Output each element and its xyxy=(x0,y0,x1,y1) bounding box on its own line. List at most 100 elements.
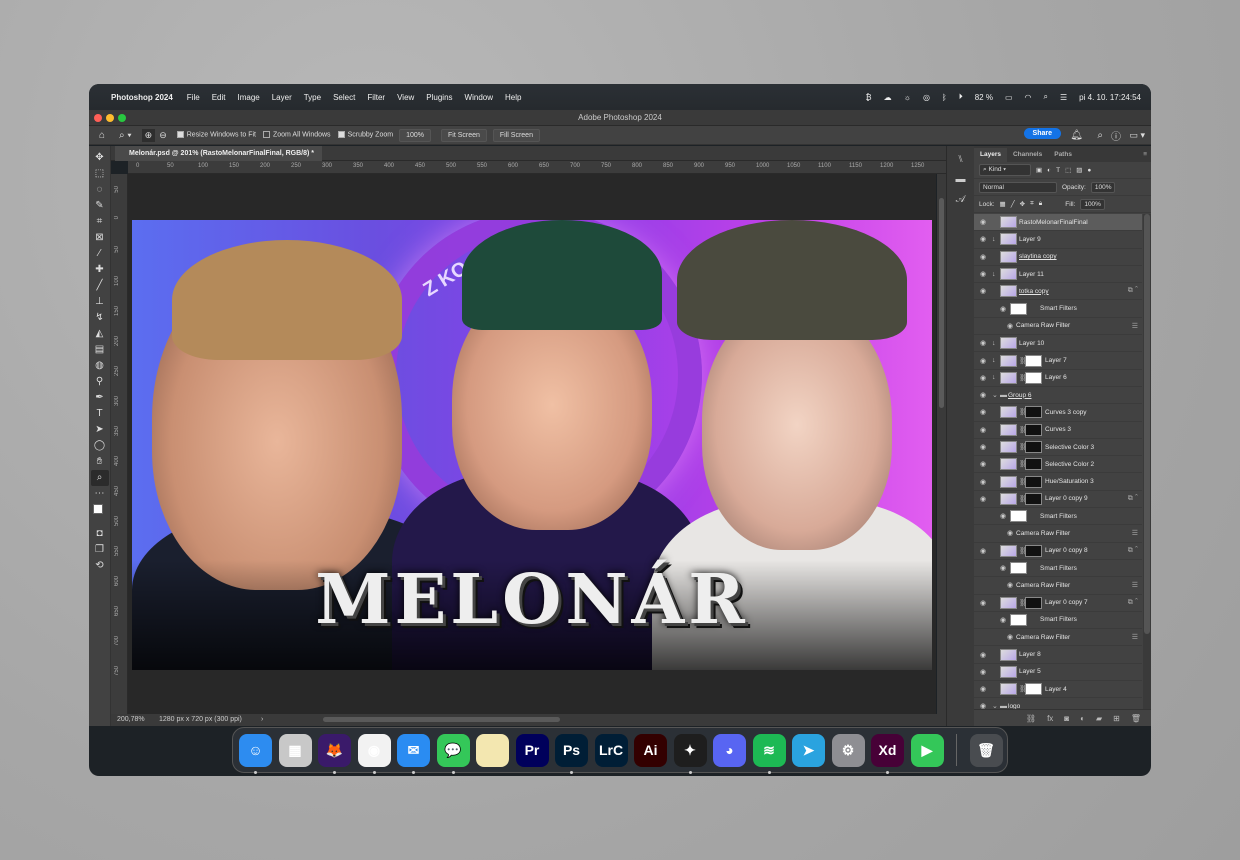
zoom-window-button[interactable] xyxy=(118,114,126,122)
visibility-eye-icon[interactable]: ◉ xyxy=(974,218,992,226)
screen-mode-icon[interactable]: ❐ xyxy=(91,542,109,558)
scroll-thumb[interactable] xyxy=(939,198,944,408)
add-mask-icon[interactable]: ◙ xyxy=(1064,714,1069,723)
filter-options-icon[interactable]: ☰ xyxy=(1132,633,1138,641)
layer-row[interactable]: ◉ Camera Raw Filter ☰ xyxy=(974,525,1142,543)
visibility-eye-icon[interactable]: ◉ xyxy=(974,495,992,503)
layer-row[interactable]: ◉ Layer 8 xyxy=(974,646,1142,664)
layer-row[interactable]: ◉ RastoMelonarFinalFinal xyxy=(974,214,1142,232)
history-panel-icon[interactable]: ⑊ xyxy=(947,150,974,170)
menu-window[interactable]: Window xyxy=(465,93,493,102)
new-layer-icon[interactable]: ⊞ xyxy=(1113,714,1120,723)
bluetooth-icon[interactable]: ᛒ xyxy=(942,93,947,102)
dock-app-notes[interactable] xyxy=(476,733,509,767)
tab-paths[interactable]: Paths xyxy=(1048,148,1078,162)
dock-app-adobe-xd[interactable]: Xd xyxy=(871,733,904,774)
group-toggle-icon[interactable]: ⌄ xyxy=(992,391,1000,399)
menu-filter[interactable]: Filter xyxy=(367,93,385,102)
layer-row[interactable]: ◉ Smart Filters xyxy=(974,508,1142,526)
minimize-window-button[interactable] xyxy=(106,114,114,122)
lock-pixels-icon[interactable]: ╱ xyxy=(1011,200,1015,208)
dock-app-spotify[interactable]: ≋ xyxy=(752,733,786,774)
document-tab[interactable]: Melonár.psd @ 201% (RastoMelonarFinalFin… xyxy=(115,146,322,161)
filter-kind-select[interactable]: ⌕ Kind ▾ xyxy=(979,164,1031,176)
menu-help[interactable]: Help xyxy=(505,93,521,102)
visibility-eye-icon[interactable]: ◉ xyxy=(1004,529,1016,537)
dock-app-telegram[interactable]: ➤ xyxy=(792,733,825,767)
zoom-all-windows-checkbox[interactable]: Zoom All Windows xyxy=(262,131,331,139)
filter-type-icon[interactable]: T xyxy=(1056,167,1060,174)
visibility-eye-icon[interactable]: ◉ xyxy=(1004,322,1016,330)
layer-mask-thumbnail[interactable] xyxy=(1025,475,1042,488)
layer-row[interactable]: ◉ ⌄ ▬ logo xyxy=(974,698,1142,709)
layer-row[interactable]: ◉ ⛓ Layer 4 xyxy=(974,681,1142,699)
dock-app-figma[interactable]: ✦ xyxy=(673,733,707,774)
filter-options-icon[interactable]: ☰ xyxy=(1132,529,1138,537)
layer-mask-thumbnail[interactable] xyxy=(1025,458,1042,471)
lock-all-icon[interactable]: 🔒︎ xyxy=(1039,200,1042,208)
layer-mask-thumbnail[interactable] xyxy=(1025,371,1042,384)
smart-object-icon[interactable]: ⧉ ⌃ xyxy=(1128,495,1138,503)
play-icon[interactable]: ⏵ xyxy=(959,92,963,102)
cloud-icon[interactable]: ☁ xyxy=(884,93,892,102)
clone-stamp-tool-icon[interactable]: ⊥ xyxy=(91,294,109,310)
color-swatches[interactable] xyxy=(91,502,109,526)
dock-app-premiere-pro[interactable]: Pr xyxy=(515,733,549,767)
visibility-eye-icon[interactable]: ◉ xyxy=(974,599,992,607)
visibility-eye-icon[interactable]: ◉ xyxy=(1004,633,1016,641)
layer-row[interactable]: ◉ Smart Filters xyxy=(974,560,1142,578)
layer-row[interactable]: ◉ ↓ ⛓ Layer 6 xyxy=(974,370,1142,387)
quick-mask-icon[interactable]: ◘ xyxy=(91,526,109,542)
path-selection-tool-icon[interactable]: ➤ xyxy=(91,422,109,438)
layer-row[interactable]: ◉ Smart Filters xyxy=(974,612,1142,630)
search-icon[interactable]: ⌕ xyxy=(1097,130,1103,141)
frame-tool-icon[interactable]: ⊠ xyxy=(91,230,109,246)
lock-transparency-icon[interactable]: ▦ xyxy=(1000,200,1006,208)
figma-status-icon[interactable]: ₿ xyxy=(866,93,872,102)
ellipse-tool-icon[interactable]: ◯ xyxy=(91,438,109,454)
workspace-icon[interactable]: ▭ ▾ xyxy=(1129,130,1145,141)
layer-row[interactable]: ◉ ⛓ Selective Color 2 xyxy=(974,456,1142,474)
tab-channels[interactable]: Channels xyxy=(1007,148,1048,162)
visibility-eye-icon[interactable]: ◉ xyxy=(974,668,992,676)
layer-mask-thumbnail[interactable] xyxy=(1025,354,1042,367)
pen-tool-icon[interactable]: ✒ xyxy=(91,390,109,406)
menu-image[interactable]: Image xyxy=(237,93,259,102)
dock-app-system-settings[interactable]: ⚙ xyxy=(831,733,865,767)
eraser-tool-icon[interactable]: ◭ xyxy=(91,326,109,342)
filter-smart-object-icon[interactable]: ▨ xyxy=(1076,166,1082,174)
visibility-eye-icon[interactable]: ◉ xyxy=(974,391,992,399)
lasso-tool-icon[interactable]: ◌ xyxy=(91,182,109,198)
layer-row[interactable]: ◉ ⛓ Curves 3 copy xyxy=(974,404,1142,422)
fit-screen-button[interactable]: Fit Screen xyxy=(441,128,487,142)
control-center-icon[interactable]: ☰ xyxy=(1060,93,1067,102)
layer-mask-thumbnail[interactable] xyxy=(1025,596,1042,609)
layer-row[interactable]: ◉ ↓ Layer 10 xyxy=(974,335,1142,353)
visibility-eye-icon[interactable]: ◉ xyxy=(974,651,992,659)
dock-trash[interactable]: 🗑︎ xyxy=(969,733,1003,767)
opacity-input[interactable]: 100% xyxy=(1090,181,1116,193)
fill-screen-button[interactable]: Fill Screen xyxy=(492,128,540,142)
smart-object-icon[interactable]: ⧉ ⌃ xyxy=(1128,599,1138,607)
marquee-tool-icon[interactable]: ⬚ xyxy=(91,166,109,182)
visibility-eye-icon[interactable]: ◉ xyxy=(996,616,1010,624)
horizontal-ruler[interactable]: 0 50 100 150 200 250 300 350 400 450 500 550 600 650 7… xyxy=(128,161,946,174)
menu-plugins[interactable]: Plugins xyxy=(426,93,452,102)
vertical-ruler[interactable]: 50 0 50 100 150 200 250 300 350 400 450 500 550 600 65… xyxy=(111,174,128,714)
spotlight-icon[interactable]: ⌕ xyxy=(1044,92,1048,102)
layer-row[interactable]: ◉ ↓ ⛓ Layer 7 xyxy=(974,352,1142,370)
layer-row[interactable]: ◉ totka copy ⧉ ⌃ xyxy=(974,283,1142,301)
filter-shape-icon[interactable]: ⬚ xyxy=(1065,166,1071,174)
edit-toolbar-icon[interactable]: ⋯ xyxy=(91,486,109,502)
visibility-eye-icon[interactable]: ◉ xyxy=(996,512,1010,520)
visibility-eye-icon[interactable]: ◉ xyxy=(974,547,992,555)
smart-object-icon[interactable]: ⧉ ⌃ xyxy=(1128,547,1138,555)
new-group-icon[interactable]: ▰ xyxy=(1096,714,1102,723)
layer-row[interactable]: ◉ ⛓ Hue/Saturation 3 xyxy=(974,473,1142,491)
glyphs-panel-icon[interactable]: 𝒜 xyxy=(947,190,974,210)
new-adjustment-icon[interactable]: ◐ xyxy=(1080,714,1085,723)
comments-panel-icon[interactable]: ▬ xyxy=(947,170,974,190)
brush-tool-icon[interactable]: ╱ xyxy=(91,278,109,294)
layer-row[interactable]: ◉ Camera Raw Filter ☰ xyxy=(974,577,1142,595)
dock-app-illustrator[interactable]: Ai xyxy=(634,733,667,767)
